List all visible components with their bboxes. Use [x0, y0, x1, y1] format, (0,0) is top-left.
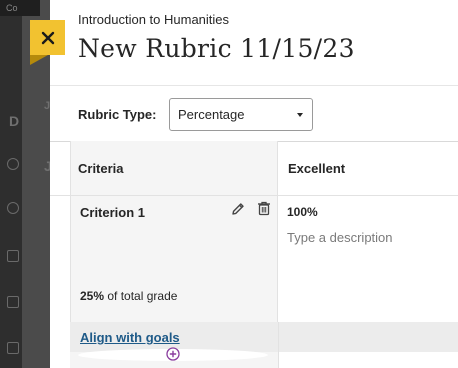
- page-title: New Rubric 11/15/23: [78, 34, 355, 63]
- close-button[interactable]: [30, 20, 65, 55]
- background-user-icon: [7, 158, 19, 170]
- level-percentage[interactable]: 100%: [287, 205, 318, 219]
- add-circle-icon[interactable]: [166, 347, 180, 361]
- header-divider: [50, 85, 458, 86]
- align-with-goals-link[interactable]: Align with goals: [80, 330, 180, 345]
- background-lock-icon: [7, 296, 19, 308]
- rubric-type-value: Percentage: [178, 107, 245, 122]
- rubric-type-label: Rubric Type:: [78, 107, 157, 122]
- level-header-excellent[interactable]: Excellent: [288, 161, 345, 176]
- criterion-weight-suffix: of total grade: [104, 289, 178, 303]
- pencil-icon[interactable]: [230, 201, 246, 217]
- criteria-header: Criteria: [78, 161, 124, 176]
- caret-down-icon: [297, 113, 303, 117]
- column-divider: [278, 322, 279, 368]
- trash-icon[interactable]: [256, 200, 272, 216]
- close-icon: [41, 31, 54, 44]
- panel-header: Introduction to Humanities New Rubric 11…: [50, 0, 458, 80]
- close-button-tab: [30, 55, 48, 65]
- background-rail-letter: D: [9, 113, 20, 129]
- background-image-icon: [7, 250, 19, 262]
- header-row-border: [50, 195, 458, 196]
- rubric-panel: Introduction to Humanities New Rubric 11…: [50, 0, 458, 368]
- criterion-name[interactable]: Criterion 1: [80, 205, 145, 220]
- background-exit-icon: [7, 342, 19, 354]
- background-topbar: Co: [0, 0, 40, 16]
- course-name: Introduction to Humanities: [78, 12, 230, 27]
- criterion-weight[interactable]: 25% of total grade: [80, 289, 177, 303]
- background-topbar-text: Co: [6, 3, 18, 13]
- background-clock-icon: [7, 202, 19, 214]
- rubric-type-select[interactable]: Percentage: [169, 98, 313, 131]
- criterion-weight-value: 25%: [80, 289, 105, 303]
- level-description-input[interactable]: Type a description: [287, 230, 393, 245]
